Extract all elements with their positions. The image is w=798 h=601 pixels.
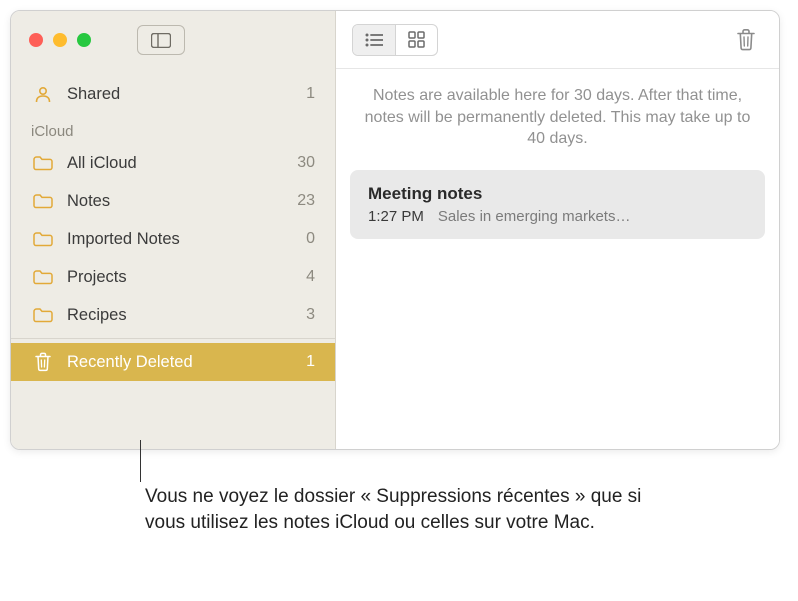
note-time: 1:27 PM xyxy=(368,208,424,225)
sidebar: Shared 1 iCloud All iCloud 30 Notes 23 xyxy=(11,11,336,449)
note-list-item[interactable]: Meeting notes 1:27 PM Sales in emerging … xyxy=(350,170,765,239)
recently-deleted-count: 1 xyxy=(306,353,315,371)
view-mode-group xyxy=(352,24,438,56)
sidebar-item-all-icloud[interactable]: All iCloud 30 xyxy=(11,144,335,182)
sidebar-item-projects[interactable]: Projects 4 xyxy=(11,258,335,296)
folder-icon xyxy=(31,307,55,323)
folder-label: Imported Notes xyxy=(67,230,306,249)
main-toolbar xyxy=(336,11,779,69)
list-icon xyxy=(365,33,383,47)
list-view-button[interactable] xyxy=(353,25,395,55)
shared-count: 1 xyxy=(306,85,315,103)
shared-icon xyxy=(31,84,55,104)
callout-text: Vous ne voyez le dossier « Suppressions … xyxy=(145,484,655,535)
sidebar-item-imported-notes[interactable]: Imported Notes 0 xyxy=(11,220,335,258)
deletion-info-text: Notes are available here for 30 days. Af… xyxy=(336,69,779,170)
folder-icon xyxy=(31,231,55,247)
folder-label: Projects xyxy=(67,268,306,287)
trash-icon xyxy=(736,28,756,52)
recently-deleted-label: Recently Deleted xyxy=(67,353,306,372)
folder-count: 0 xyxy=(306,230,315,248)
sidebar-divider xyxy=(11,338,335,339)
folder-label: All iCloud xyxy=(67,154,297,173)
folder-icon xyxy=(31,193,55,209)
traffic-lights xyxy=(29,33,91,47)
note-title: Meeting notes xyxy=(368,184,747,204)
sidebar-item-notes[interactable]: Notes 23 xyxy=(11,182,335,220)
folder-count: 3 xyxy=(306,306,315,324)
folder-label: Notes xyxy=(67,192,297,211)
note-preview: Sales in emerging markets… xyxy=(438,208,747,225)
folder-icon xyxy=(31,155,55,171)
grid-icon xyxy=(408,31,425,48)
sidebar-icon xyxy=(151,33,171,48)
folder-label: Recipes xyxy=(67,306,306,325)
sidebar-item-recipes[interactable]: Recipes 3 xyxy=(11,296,335,334)
callout-line xyxy=(140,440,141,482)
sidebar-toolbar xyxy=(11,11,335,69)
folder-count: 23 xyxy=(297,192,315,210)
trash-icon xyxy=(31,352,55,372)
maximize-window-button[interactable] xyxy=(77,33,91,47)
sidebar-item-recently-deleted[interactable]: Recently Deleted 1 xyxy=(11,343,335,381)
note-subtitle: 1:27 PM Sales in emerging markets… xyxy=(368,208,747,225)
delete-note-button[interactable] xyxy=(729,23,763,57)
notes-window: Shared 1 iCloud All iCloud 30 Notes 23 xyxy=(10,10,780,450)
sidebar-item-shared[interactable]: Shared 1 xyxy=(11,75,335,113)
folder-icon xyxy=(31,269,55,285)
sidebar-section-icloud: iCloud xyxy=(11,113,335,144)
toggle-sidebar-button[interactable] xyxy=(137,25,185,55)
main-pane: Notes are available here for 30 days. Af… xyxy=(336,11,779,449)
close-window-button[interactable] xyxy=(29,33,43,47)
sidebar-content: Shared 1 iCloud All iCloud 30 Notes 23 xyxy=(11,69,335,449)
folder-count: 30 xyxy=(297,154,315,172)
minimize-window-button[interactable] xyxy=(53,33,67,47)
folder-count: 4 xyxy=(306,268,315,286)
shared-label: Shared xyxy=(67,85,306,104)
grid-view-button[interactable] xyxy=(395,25,437,55)
